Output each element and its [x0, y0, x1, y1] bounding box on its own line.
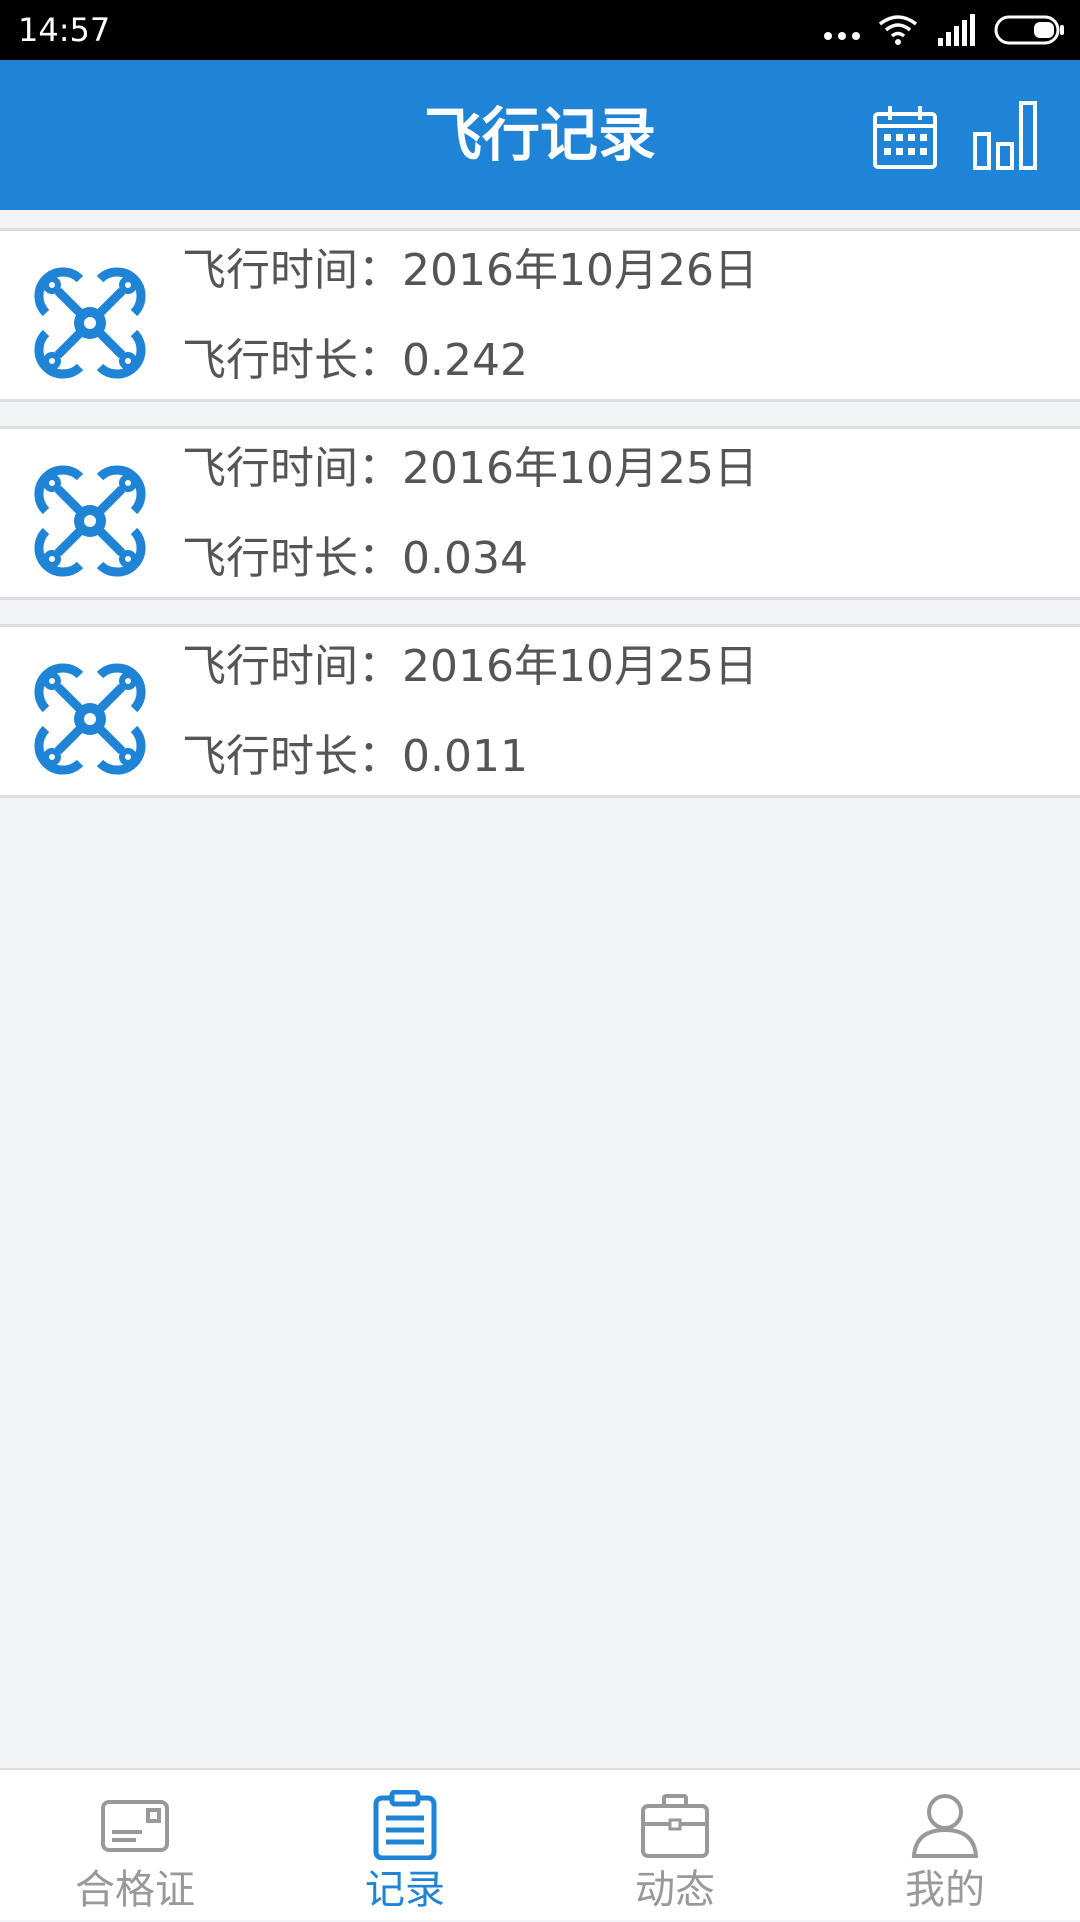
flight-time-label: 飞行时间：	[182, 245, 402, 296]
nav-label: 合格证	[75, 1867, 195, 1913]
flight-duration-label: 飞行时长：	[182, 533, 402, 584]
flight-time-value: 2016年10月25日	[402, 443, 758, 494]
drone-icon	[34, 267, 146, 379]
certificate-card-icon	[101, 1800, 169, 1852]
drone-icon	[34, 465, 146, 577]
nav-label: 我的	[905, 1867, 985, 1913]
bottom-nav: 合格证 记录 动态 我的	[0, 1768, 1080, 1920]
nav-label: 记录	[365, 1867, 445, 1913]
user-icon	[911, 1794, 979, 1858]
flight-time-value: 2016年10月26日	[402, 245, 758, 296]
briefcase-icon	[641, 1794, 709, 1858]
flight-duration-label: 飞行时长：	[182, 335, 402, 386]
flight-time-value: 2016年10月25日	[402, 641, 758, 692]
record-item[interactable]: 飞行时间：2016年10月25日 飞行时长：0.034	[0, 426, 1080, 600]
wifi-icon	[878, 15, 918, 45]
flight-time: 飞行时间：2016年10月25日	[182, 641, 758, 693]
flight-duration-value: 0.034	[402, 533, 528, 584]
flight-duration: 飞行时长：0.034	[182, 533, 528, 585]
app-header: 飞行记录	[0, 60, 1080, 210]
battery-icon	[994, 15, 1064, 45]
flight-time-label: 飞行时间：	[182, 443, 402, 494]
record-item[interactable]: 飞行时间：2016年10月26日 飞行时长：0.242	[0, 228, 1080, 402]
calendar-icon[interactable]	[872, 104, 938, 170]
more-dots-icon	[824, 12, 860, 48]
flight-duration-value: 0.011	[402, 731, 528, 782]
nav-item-news[interactable]: 动态	[540, 1770, 810, 1922]
nav-label: 动态	[635, 1867, 715, 1913]
nav-item-profile[interactable]: 我的	[810, 1770, 1080, 1922]
clipboard-list-icon	[373, 1790, 437, 1860]
flight-duration-value: 0.242	[402, 335, 528, 386]
flight-time: 飞行时间：2016年10月25日	[182, 443, 758, 495]
flight-time: 飞行时间：2016年10月26日	[182, 245, 758, 297]
nav-item-certificate[interactable]: 合格证	[0, 1770, 270, 1922]
flight-duration: 飞行时长：0.011	[182, 731, 528, 783]
record-item[interactable]: 飞行时间：2016年10月25日 飞行时长：0.011	[0, 624, 1080, 798]
nav-item-records[interactable]: 记录	[270, 1770, 540, 1922]
status-bar: 14:57	[0, 0, 1080, 60]
bar-chart-icon[interactable]	[972, 100, 1038, 170]
flight-time-label: 飞行时间：	[182, 641, 402, 692]
signal-icon	[938, 14, 975, 46]
flight-duration: 飞行时长：0.242	[182, 335, 528, 387]
status-icons	[824, 12, 1066, 48]
flight-duration-label: 飞行时长：	[182, 731, 402, 782]
drone-icon	[34, 663, 146, 775]
status-time: 14:57	[18, 11, 111, 49]
